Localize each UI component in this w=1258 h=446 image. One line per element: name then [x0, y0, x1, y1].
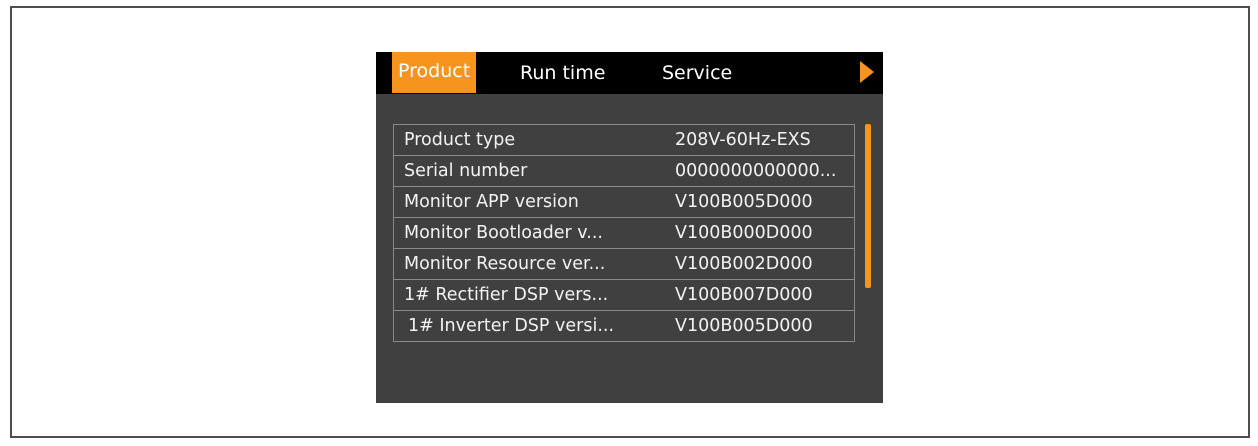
row-value: 208V-60Hz-EXS	[675, 130, 811, 150]
row-label: Monitor Bootloader v...	[404, 223, 603, 243]
tab-bar: Product Run time Service	[376, 52, 883, 94]
row-label: Monitor Resource ver...	[404, 254, 606, 274]
device-screen: Product Run time Service Product type 20…	[376, 52, 883, 403]
row-label: 1# Rectifier DSP vers...	[404, 285, 609, 305]
scrollbar[interactable]	[865, 124, 871, 288]
table-row[interactable]: 1# Inverter DSP versi... V100B005D000	[393, 311, 855, 342]
table-row[interactable]: Serial number 0000000000000...	[393, 156, 855, 187]
table-row[interactable]: Monitor Bootloader v... V100B000D000	[393, 218, 855, 249]
row-label: Monitor APP version	[404, 192, 579, 212]
row-value: V100B005D000	[675, 316, 813, 336]
row-value: V100B000D000	[675, 223, 813, 243]
table-row[interactable]: Monitor APP version V100B005D000	[393, 187, 855, 218]
row-value: V100B002D000	[675, 254, 813, 274]
row-label: 1# Inverter DSP versi...	[408, 316, 615, 336]
row-value: 0000000000000...	[675, 161, 837, 181]
row-label: Product type	[404, 130, 516, 150]
scrollbar-thumb[interactable]	[865, 124, 871, 288]
tab-run-time[interactable]: Run time	[520, 52, 605, 94]
tab-service[interactable]: Service	[662, 52, 732, 94]
right-arrow-icon[interactable]	[860, 61, 874, 83]
table-row[interactable]: Product type 208V-60Hz-EXS	[393, 125, 855, 156]
table-row[interactable]: Monitor Resource ver... V100B002D000	[393, 249, 855, 280]
table-row[interactable]: 1# Rectifier DSP vers... V100B007D000	[393, 280, 855, 311]
tab-product[interactable]: Product	[392, 52, 477, 93]
row-value: V100B005D000	[675, 192, 813, 212]
product-info-table: Product type 208V-60Hz-EXS Serial number…	[393, 124, 855, 342]
row-value: V100B007D000	[675, 285, 813, 305]
row-label: Serial number	[404, 161, 528, 181]
